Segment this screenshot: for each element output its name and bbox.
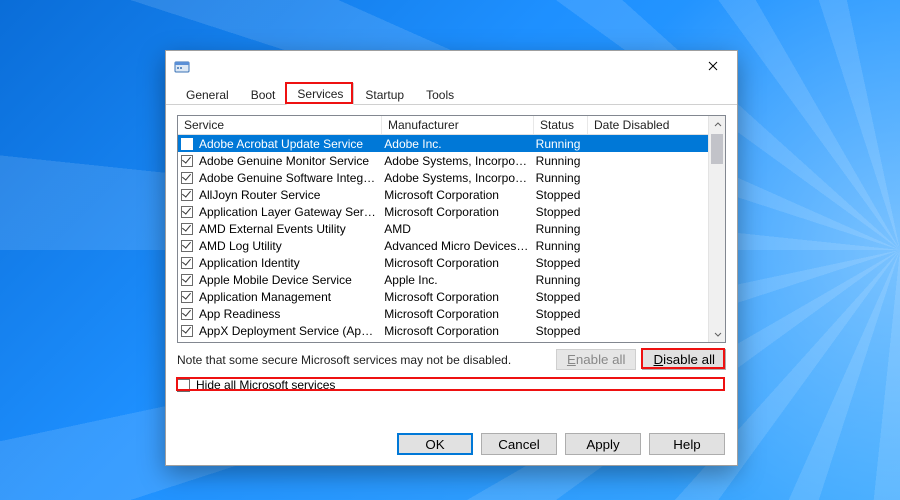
- cell-service: AMD Log Utility: [196, 239, 381, 253]
- scroll-down-icon[interactable]: [709, 325, 726, 342]
- cell-status: Running: [533, 137, 587, 151]
- cell-service: Adobe Genuine Monitor Service: [196, 154, 381, 168]
- scroll-up-icon[interactable]: [709, 116, 726, 133]
- tab-startup[interactable]: Startup: [354, 84, 415, 105]
- scroll-track[interactable]: [709, 133, 725, 325]
- cell-status: Running: [533, 171, 587, 185]
- cell-manufacturer: Microsoft Corporation: [381, 256, 532, 270]
- tab-bar: GeneralBootServicesStartupTools: [166, 83, 737, 105]
- cell-manufacturer: Microsoft Corporation: [381, 324, 532, 338]
- cancel-button[interactable]: Cancel: [481, 433, 557, 455]
- cell-manufacturer: Adobe Systems, Incorpora...: [381, 171, 532, 185]
- cell-manufacturer: AMD: [381, 222, 532, 236]
- tab-boot[interactable]: Boot: [240, 84, 287, 105]
- disable-all-button[interactable]: Disable all: [642, 349, 726, 370]
- table-row[interactable]: AMD External Events UtilityAMDRunning: [178, 220, 708, 237]
- colheader-date[interactable]: Date Disabled: [588, 116, 710, 134]
- cell-status: Running: [533, 154, 587, 168]
- service-checkbox[interactable]: [181, 325, 193, 337]
- service-checkbox[interactable]: [181, 189, 193, 201]
- cell-service: Application Management: [196, 290, 381, 304]
- cell-manufacturer: Microsoft Corporation: [381, 188, 532, 202]
- cell-status: Stopped: [533, 256, 587, 270]
- scroll-thumb[interactable]: [711, 134, 723, 164]
- apply-button[interactable]: Apply: [565, 433, 641, 455]
- cell-status: Stopped: [533, 307, 587, 321]
- cell-service: AMD External Events Utility: [196, 222, 381, 236]
- cell-status: Running: [533, 273, 587, 287]
- service-checkbox[interactable]: [181, 308, 193, 320]
- cell-service: Adobe Genuine Software Integri...: [196, 171, 381, 185]
- colheader-manufacturer[interactable]: Manufacturer: [382, 116, 534, 134]
- cell-status: Stopped: [533, 324, 587, 338]
- service-checkbox[interactable]: [181, 223, 193, 235]
- service-checkbox[interactable]: [181, 138, 193, 150]
- service-checkbox[interactable]: [181, 172, 193, 184]
- list-body[interactable]: Adobe Acrobat Update ServiceAdobe Inc.Ru…: [178, 135, 708, 342]
- service-checkbox[interactable]: [181, 257, 193, 269]
- tab-services[interactable]: Services: [286, 83, 354, 105]
- close-icon: [708, 61, 718, 71]
- cell-service: Apple Mobile Device Service: [196, 273, 381, 287]
- table-row[interactable]: AllJoyn Router ServiceMicrosoft Corporat…: [178, 186, 708, 203]
- table-row[interactable]: Apple Mobile Device ServiceApple Inc.Run…: [178, 271, 708, 288]
- scrollbar[interactable]: [708, 116, 725, 342]
- table-row[interactable]: App ReadinessMicrosoft CorporationStoppe…: [178, 305, 708, 322]
- service-checkbox[interactable]: [181, 240, 193, 252]
- cell-service: App Readiness: [196, 307, 381, 321]
- cell-manufacturer: Advanced Micro Devices, I...: [381, 239, 532, 253]
- cell-manufacturer: Apple Inc.: [381, 273, 532, 287]
- cell-status: Stopped: [533, 188, 587, 202]
- table-row[interactable]: Adobe Genuine Monitor ServiceAdobe Syste…: [178, 152, 708, 169]
- service-checkbox[interactable]: [181, 206, 193, 218]
- cell-manufacturer: Adobe Systems, Incorpora...: [381, 154, 532, 168]
- dialog-buttons: OK Cancel Apply Help: [389, 433, 725, 455]
- msconfig-dialog: GeneralBootServicesStartupTools ServiceM…: [165, 50, 738, 466]
- cell-manufacturer: Adobe Inc.: [381, 137, 532, 151]
- table-row[interactable]: Application Layer Gateway ServiceMicroso…: [178, 203, 708, 220]
- list-headers[interactable]: ServiceManufacturerStatusDate Disabled: [178, 116, 725, 135]
- cell-status: Running: [533, 239, 587, 253]
- cell-status: Running: [533, 222, 587, 236]
- service-checkbox[interactable]: [181, 155, 193, 167]
- ok-button[interactable]: OK: [397, 433, 473, 455]
- tab-content: ServiceManufacturerStatusDate Disabled A…: [166, 105, 737, 392]
- enable-all-button: Enable all: [556, 349, 637, 370]
- note-text: Note that some secure Microsoft services…: [177, 353, 550, 367]
- cell-status: Stopped: [533, 290, 587, 304]
- table-row[interactable]: AppX Deployment Service (AppX...Microsof…: [178, 322, 708, 339]
- cell-service: Application Layer Gateway Service: [196, 205, 381, 219]
- table-row[interactable]: Adobe Acrobat Update ServiceAdobe Inc.Ru…: [178, 135, 708, 152]
- cell-status: Stopped: [533, 205, 587, 219]
- service-checkbox[interactable]: [181, 291, 193, 303]
- cell-service: Application Identity: [196, 256, 381, 270]
- table-row[interactable]: AMD Log UtilityAdvanced Micro Devices, I…: [178, 237, 708, 254]
- cell-manufacturer: Microsoft Corporation: [381, 205, 532, 219]
- services-list: ServiceManufacturerStatusDate Disabled A…: [177, 115, 726, 343]
- hide-ms-row[interactable]: Hide all Microsoft services: [177, 378, 726, 392]
- help-button[interactable]: Help: [649, 433, 725, 455]
- tab-tools[interactable]: Tools: [415, 84, 465, 105]
- table-row[interactable]: Adobe Genuine Software Integri...Adobe S…: [178, 169, 708, 186]
- tab-general[interactable]: General: [175, 84, 240, 105]
- cell-service: Adobe Acrobat Update Service: [196, 137, 381, 151]
- cell-manufacturer: Microsoft Corporation: [381, 307, 532, 321]
- colheader-service[interactable]: Service: [178, 116, 382, 134]
- hide-ms-label: Hide all Microsoft services: [196, 378, 335, 392]
- colheader-status[interactable]: Status: [534, 116, 588, 134]
- table-row[interactable]: Application IdentityMicrosoft Corporatio…: [178, 254, 708, 271]
- cell-service: AppX Deployment Service (AppX...: [196, 324, 381, 338]
- close-button[interactable]: [693, 53, 733, 79]
- table-row[interactable]: Application ManagementMicrosoft Corporat…: [178, 288, 708, 305]
- cell-manufacturer: Microsoft Corporation: [381, 290, 532, 304]
- hide-ms-checkbox[interactable]: [177, 379, 190, 392]
- service-checkbox[interactable]: [181, 274, 193, 286]
- cell-service: AllJoyn Router Service: [196, 188, 381, 202]
- msconfig-icon: [174, 58, 190, 74]
- titlebar: [166, 51, 737, 81]
